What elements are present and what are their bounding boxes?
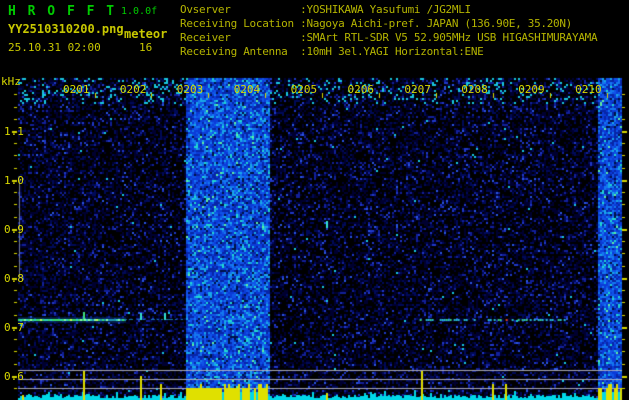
station-info-line: Receiver :SMArt RTL-SDR V5 52.905MHz USB…: [180, 31, 598, 44]
time-tick-label: 0210: [575, 83, 602, 96]
hrofft-output-image: H R O F F T 1.0.0f YY2510310200.png mete…: [0, 0, 629, 400]
time-tick-label: 0207: [404, 83, 431, 96]
time-tick-label: 0202: [119, 83, 147, 96]
freq-tick-label: 0.9: [4, 223, 24, 236]
datetime-label: 25.10.31 02:00: [8, 41, 101, 54]
station-info-line: Ovserver :YOSHIKAWA Yasufumi /JG2MLI: [180, 3, 471, 16]
time-tick-label: 0208: [461, 83, 488, 96]
time-tick-label: 0201: [63, 83, 90, 96]
output-filename: YY2510310200.png: [8, 22, 124, 36]
freq-tick-label: 1.0: [4, 174, 24, 187]
meteor-count: 16: [139, 41, 153, 54]
version-label: 1.0.0f: [121, 6, 158, 17]
station-info-line: Receiving Location :Nagoya Aichi-pref. J…: [180, 17, 572, 30]
freq-tick-label: 1.1: [4, 125, 24, 138]
time-tick-label: 0205: [290, 83, 318, 96]
freq-tick-label: 0.8: [4, 272, 24, 285]
time-tick-label: 0209: [518, 83, 545, 96]
station-info-line: Receiving Antenna :10mH 3el.YAGI Horizon…: [180, 45, 484, 58]
y-axis-unit-label: kHz: [1, 75, 21, 88]
time-tick-label: 0203: [176, 83, 204, 96]
spectrogram-canvas: [0, 0, 629, 400]
time-tick-label: 0206: [347, 83, 375, 96]
app-title: H R O F F T: [8, 4, 117, 19]
freq-tick-label: 0.7: [4, 321, 24, 334]
time-tick-label: 0204: [233, 83, 261, 96]
mode-label: meteor: [124, 27, 168, 41]
freq-tick-label: 0.6: [4, 370, 24, 383]
